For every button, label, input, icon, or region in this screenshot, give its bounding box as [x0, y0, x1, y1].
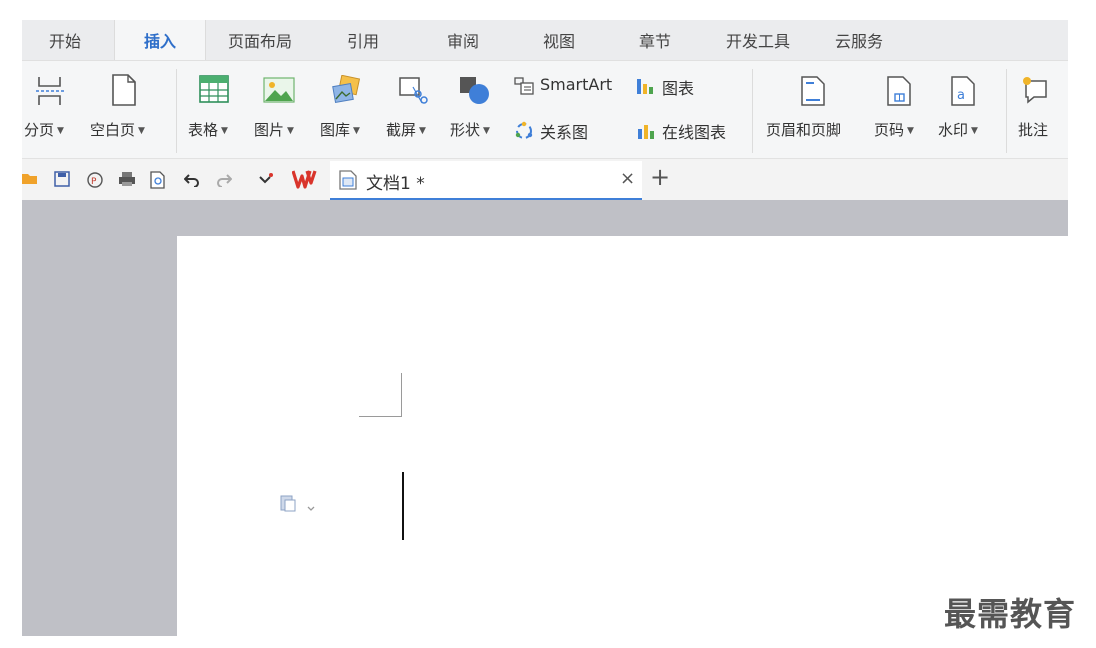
smartart-button[interactable]: SmartArt	[514, 73, 632, 99]
export-pdf-icon[interactable]: P	[86, 171, 104, 189]
picture-dropdown-icon[interactable]: ▼	[287, 126, 294, 136]
redo-icon[interactable]	[216, 171, 232, 187]
smartart-icon	[514, 77, 534, 95]
online-chart-button[interactable]: 在线图表	[636, 117, 748, 143]
customize-dropdown-icon[interactable]	[258, 173, 274, 185]
comment-button[interactable]: 批注	[1012, 61, 1068, 158]
shape-label: 形状	[450, 121, 481, 139]
svg-text:a: a	[957, 88, 965, 103]
document-icon	[339, 170, 357, 190]
menu-bar: 开始 插入 页面布局 引用 审阅 视图 章节 开发工具 云服务	[22, 20, 1068, 61]
page-break-icon	[36, 77, 64, 105]
wps-writer-window: 开始 插入 页面布局 引用 审阅 视图 章节 开发工具 云服务 分页 ▼ 空白页 ▼	[22, 20, 1068, 636]
save-icon[interactable]	[54, 171, 70, 187]
gallery-label: 图库	[320, 121, 351, 139]
tab-review[interactable]: 审阅	[418, 20, 508, 60]
tab-chapter[interactable]: 章节	[612, 20, 698, 60]
page-break-button[interactable]: 分页 ▼	[22, 61, 86, 158]
header-footer-button[interactable]: 页眉和页脚	[762, 61, 866, 158]
ribbon-separator	[752, 69, 753, 153]
gallery-icon	[332, 75, 361, 104]
page-margin-marker	[401, 373, 402, 416]
page-break-dropdown-icon[interactable]: ▼	[57, 126, 64, 136]
tab-insert[interactable]: 插入	[114, 20, 206, 60]
online-chart-label: 在线图表	[662, 123, 727, 142]
document-tab-title: 文档1 *	[366, 174, 425, 194]
tab-view[interactable]: 视图	[516, 20, 602, 60]
gallery-button[interactable]: 图库 ▼	[314, 61, 378, 158]
tab-references[interactable]: 引用	[322, 20, 404, 60]
relation-chart-icon	[515, 121, 533, 139]
ribbon-separator	[1006, 69, 1007, 153]
comment-icon	[1023, 77, 1047, 104]
relation-chart-button[interactable]: 关系图	[514, 117, 614, 143]
chart-label: 图表	[662, 79, 695, 98]
screenshot-label: 截屏	[386, 121, 417, 139]
paste-options-icon	[280, 495, 296, 512]
table-label: 表格	[188, 121, 219, 139]
page-margin-marker	[359, 416, 402, 417]
chevron-down-icon	[307, 506, 315, 511]
text-cursor	[402, 472, 404, 540]
blank-page-dropdown-icon[interactable]: ▼	[138, 126, 145, 136]
document-page[interactable]	[177, 236, 1068, 636]
watermark-icon: a	[951, 76, 975, 106]
table-icon	[199, 75, 229, 103]
watermark-dropdown-icon[interactable]: ▼	[971, 126, 978, 136]
picture-icon	[263, 77, 295, 103]
print-icon[interactable]	[118, 171, 136, 187]
tab-page-layout[interactable]: 页面布局	[210, 20, 310, 60]
watermark-logo-text: 最需教育	[944, 595, 1077, 633]
blank-page-button[interactable]: 空白页 ▼	[88, 61, 168, 158]
tab-start[interactable]: 开始	[22, 20, 108, 60]
table-dropdown-icon[interactable]: ▼	[221, 126, 228, 136]
table-button[interactable]: 表格 ▼	[184, 61, 246, 158]
watermark-button[interactable]: a 水印 ▼	[936, 61, 1000, 158]
gallery-dropdown-icon[interactable]: ▼	[353, 126, 360, 136]
online-chart-icon	[638, 125, 654, 139]
tab-cloud-services[interactable]: 云服务	[818, 20, 900, 60]
header-footer-label: 页眉和页脚	[766, 121, 842, 139]
header-footer-icon	[801, 76, 825, 106]
page-break-label: 分页	[24, 121, 55, 139]
new-tab-icon[interactable]: +	[650, 163, 670, 191]
close-tab-icon[interactable]: ×	[620, 168, 635, 189]
tab-developer-tools[interactable]: 开发工具	[706, 20, 810, 60]
chart-button[interactable]: 图表	[636, 73, 716, 99]
quick-access-toolbar: P 文档1 * × +	[22, 159, 1068, 200]
paste-options-button[interactable]	[280, 494, 315, 516]
document-workspace[interactable]	[22, 200, 1068, 636]
print-preview-icon[interactable]	[150, 171, 166, 189]
screenshot-dropdown-icon[interactable]: ▼	[419, 126, 426, 136]
svg-text:P: P	[91, 177, 97, 187]
shape-icon	[460, 77, 489, 104]
smartart-label: SmartArt	[540, 75, 613, 94]
relation-chart-label: 关系图	[540, 123, 589, 142]
watermark-label: 水印	[938, 121, 969, 139]
blank-page-label: 空白页	[90, 121, 136, 139]
ribbon-separator	[176, 69, 177, 153]
shape-button[interactable]: 形状 ▼	[446, 61, 514, 158]
document-tab[interactable]: 文档1 * ×	[330, 161, 642, 200]
page-number-label: 页码	[874, 121, 905, 139]
wps-logo-icon[interactable]	[292, 169, 318, 189]
open-folder-icon[interactable]	[22, 171, 38, 185]
screenshot-button[interactable]: 截屏 ▼	[380, 61, 444, 158]
bar-chart-icon	[637, 79, 653, 94]
shape-dropdown-icon[interactable]: ▼	[483, 126, 490, 136]
comment-label: 批注	[1018, 121, 1049, 139]
page-number-icon	[887, 76, 911, 106]
picture-label: 图片	[254, 121, 285, 139]
ribbon-insert: 分页 ▼ 空白页 ▼ 表格 ▼ 图片 ▼ 图库 ▼ 截屏 ▼ 形状 ▼ Smar…	[22, 61, 1068, 159]
page-number-button[interactable]: 页码 ▼	[872, 61, 934, 158]
page-number-dropdown-icon[interactable]: ▼	[907, 126, 914, 136]
blank-page-icon	[112, 74, 136, 106]
screenshot-icon	[399, 77, 428, 104]
undo-icon[interactable]	[184, 171, 200, 187]
picture-button[interactable]: 图片 ▼	[250, 61, 312, 158]
